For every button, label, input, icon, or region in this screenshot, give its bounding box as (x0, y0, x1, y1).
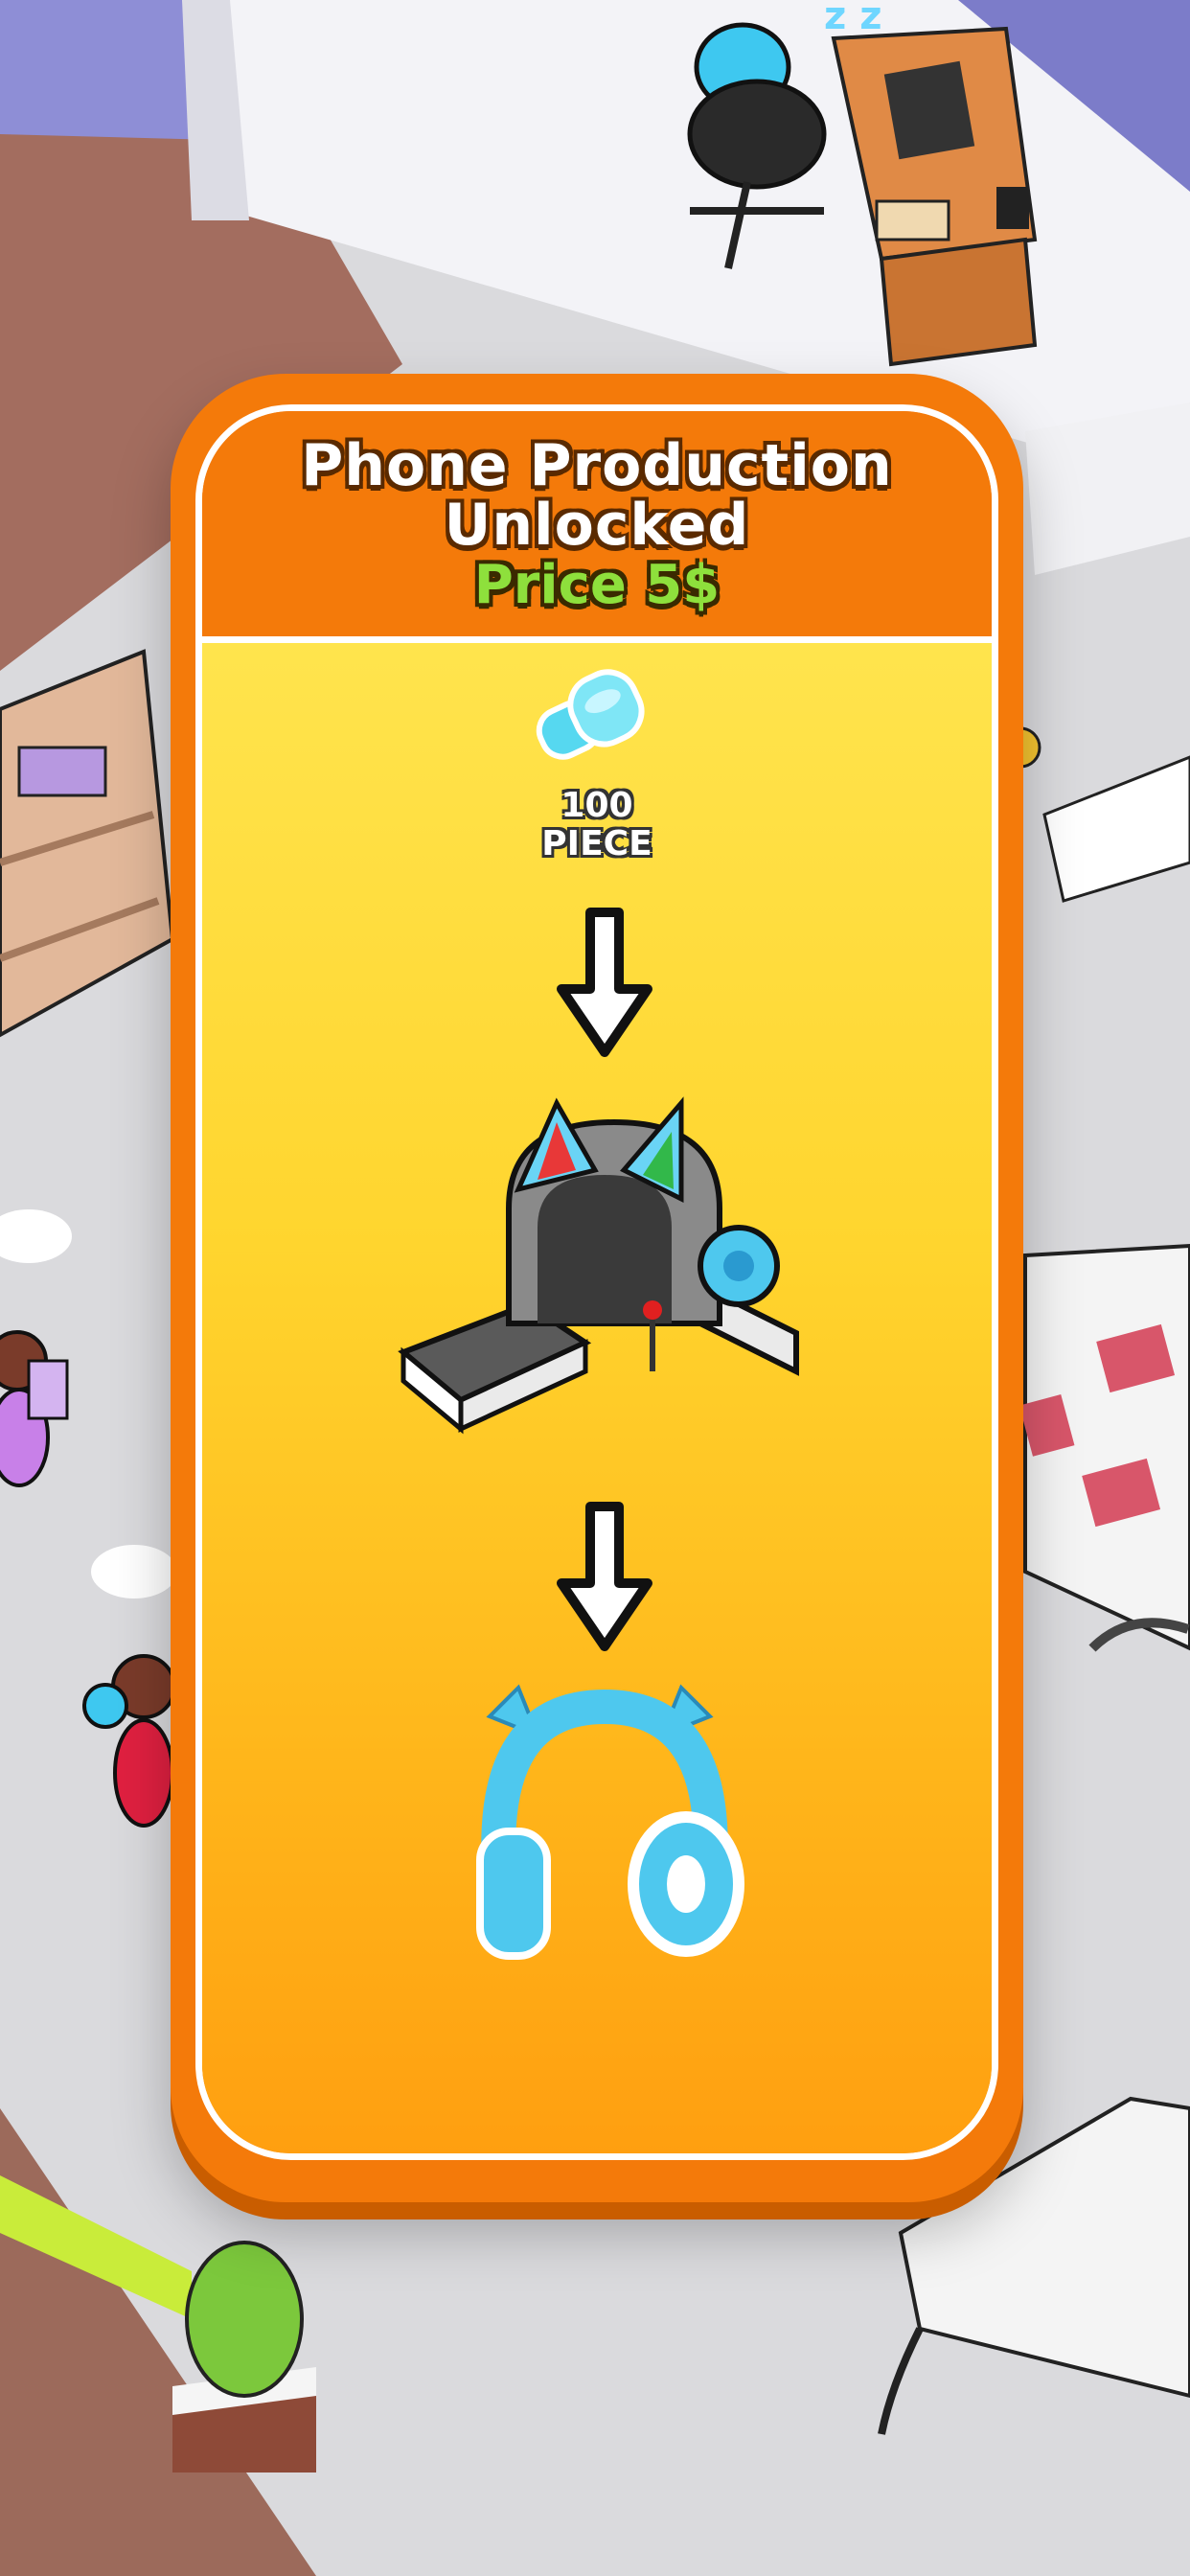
dialog-header: Phone Production Unlocked Price 5$ (202, 411, 992, 643)
arrow-down-icon (557, 908, 652, 1057)
production-machine-icon (398, 1096, 799, 1435)
cat-ear-headphones-icon (476, 1684, 744, 1960)
blue-plastic-piece-icon (536, 669, 645, 760)
dialog-title-line1: Phone Production (301, 432, 893, 499)
dialog-title-line2: Unlocked (444, 492, 750, 559)
input-quantity-unit: PIECE (541, 824, 652, 863)
arrow-down-icon (557, 1502, 652, 1651)
dialog-body: 100 PIECE (202, 643, 992, 2153)
input-quantity-value: 100 (561, 786, 633, 825)
price-label: Price 5$ (473, 554, 721, 616)
unlock-dialog: Phone Production Unlocked Price 5$ 100 P… (171, 374, 1023, 2202)
dialog-panel: Phone Production Unlocked Price 5$ 100 P… (195, 404, 998, 2160)
svg-text:z z: z z (824, 0, 882, 38)
input-quantity: 100 PIECE (202, 787, 992, 863)
